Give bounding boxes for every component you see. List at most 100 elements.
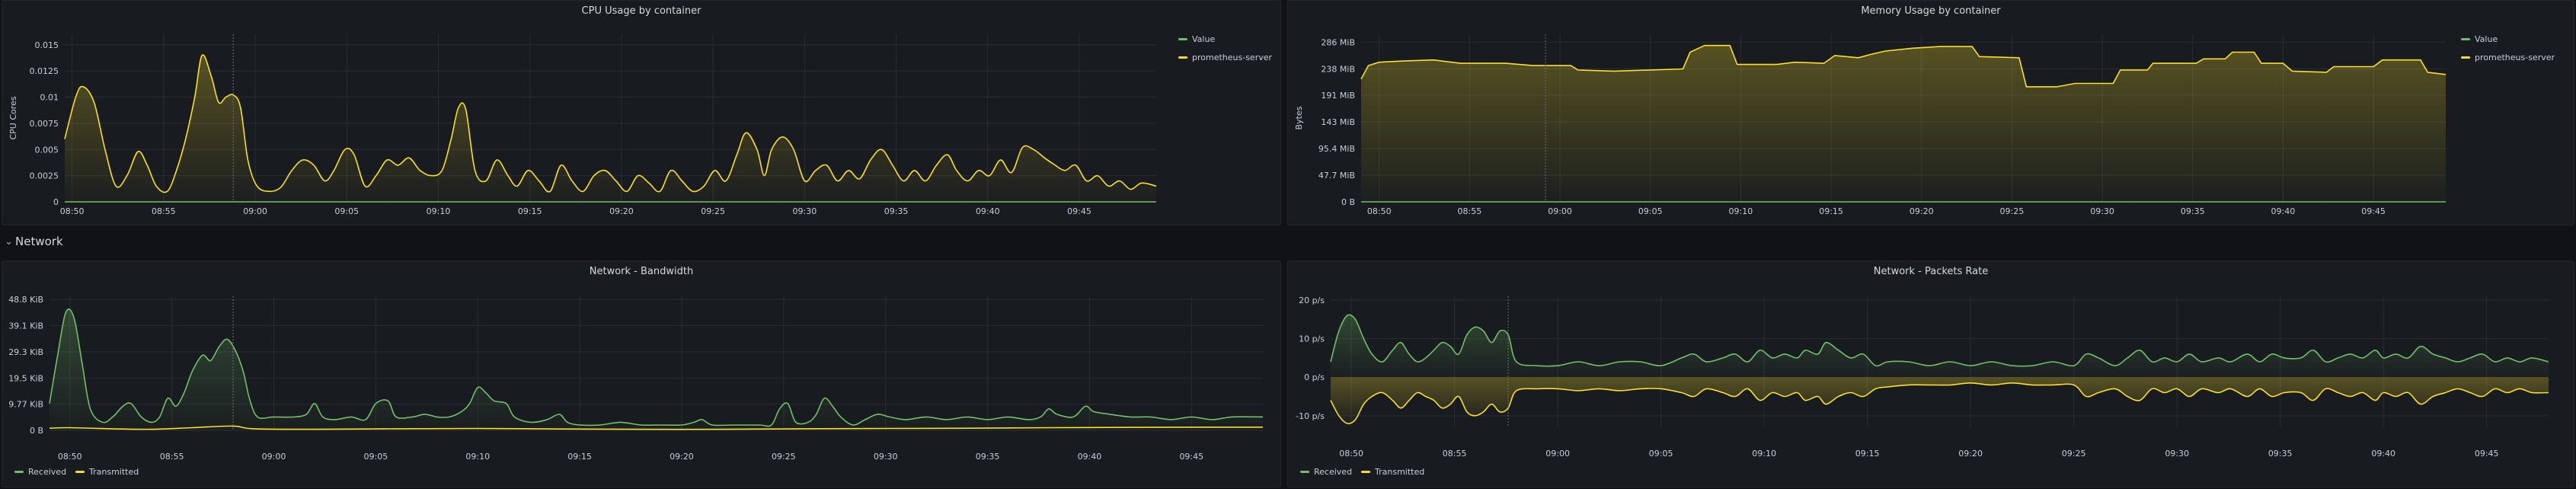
x-tick-label: 09:30 <box>793 206 817 216</box>
x-tick-label: 09:45 <box>1179 452 1203 462</box>
y-tick-label: 0 B <box>1341 197 1355 207</box>
x-tick-label: 09:40 <box>2271 206 2296 216</box>
memory-usage-panel[interactable]: Memory Usage by container 0 B 47.7 MiB 95.… <box>1287 0 2574 225</box>
y-tick-label: 20 p/s <box>1299 296 1325 305</box>
network-packets-rate-panel[interactable]: Network - Packets Rate -10 p/s 0 p/s 10 p/… <box>1287 260 2574 487</box>
y-tick-label: 10 p/s <box>1299 334 1325 344</box>
x-tick-label: 09:35 <box>884 206 909 216</box>
legend-label: prometheus-server <box>2475 53 2555 62</box>
x-tick-label: 08:50 <box>58 452 82 462</box>
y-tick-label: 0.0125 <box>30 66 59 76</box>
legend-item-prometheus-server[interactable]: prometheus-server <box>2461 53 2555 62</box>
series-area-received <box>1331 315 2549 378</box>
y-tick-label: 19.5 KiB <box>8 373 43 383</box>
x-tick-label: 09:45 <box>2361 206 2386 216</box>
x-tick-label: 08:50 <box>1339 449 1363 459</box>
x-tick-label: 08:50 <box>60 206 85 216</box>
legend-label: Value <box>1192 34 1216 44</box>
x-tick-label: 09:05 <box>364 452 388 462</box>
y-tick-label: 95.4 MiB <box>1318 144 1355 154</box>
legend-label: Transmitted <box>1375 467 1425 477</box>
y-tick-label: 0.0075 <box>30 119 59 129</box>
y-tick-label: 0.015 <box>35 40 59 50</box>
series-area-transmitted <box>1331 377 2549 424</box>
x-tick-label: 09:15 <box>1819 206 1843 216</box>
y-tick-label: 0.0025 <box>30 171 59 181</box>
row-header-network[interactable]: ⌄ Network <box>5 232 63 251</box>
legend-item-received[interactable]: Received <box>14 467 66 477</box>
x-tick-label: 08:55 <box>1458 206 1482 216</box>
legend-item-transmitted[interactable]: Transmitted <box>1361 467 1424 477</box>
y-tick-label: 238 MiB <box>1321 64 1355 74</box>
legend-swatch <box>1178 38 1187 40</box>
x-tick-label: 09:35 <box>2181 206 2205 216</box>
legend-swatch <box>14 471 24 473</box>
legend-item-value[interactable]: Value <box>1178 34 1215 44</box>
x-tick-label: 09:10 <box>465 452 490 462</box>
x-tick-label: 09:45 <box>2475 449 2499 459</box>
x-tick-label: 09:00 <box>243 206 267 216</box>
x-tick-label: 09:00 <box>262 452 286 462</box>
x-tick-label: 08:55 <box>152 206 176 216</box>
y-tick-label: 9.77 KiB <box>8 400 43 410</box>
legend-item-prometheus-server[interactable]: prometheus-server <box>1178 53 1272 62</box>
x-tick-label: 09:30 <box>2165 449 2189 459</box>
x-tick-label: 09:40 <box>976 206 1000 216</box>
legend-item-value[interactable]: Value <box>2461 34 2498 44</box>
cpu-usage-panel[interactable]: CPU Usage by container 0 0.0025 0.005 0.007… <box>2 0 1281 225</box>
y-axis-label: Bytes <box>1294 106 1304 129</box>
legend-swatch <box>75 471 85 473</box>
x-tick-label: 09:15 <box>567 452 592 462</box>
row-title: Network <box>15 235 63 248</box>
x-tick-label: 08:50 <box>1367 206 1392 216</box>
network-bandwidth-chart[interactable]: 0 B 9.77 KiB 19.5 KiB 29.3 KiB 39.1 KiB 48.8 … <box>2 261 1282 488</box>
network-bandwidth-panel[interactable]: Network - Bandwidth 0 B 9.77 KiB 19.5 KiB 2… <box>2 260 1281 487</box>
x-tick-label: 09:00 <box>1545 449 1570 459</box>
x-tick-label: 08:55 <box>1443 449 1467 459</box>
legend-swatch <box>1300 471 1309 473</box>
x-tick-label: 09:20 <box>1910 206 1934 216</box>
x-tick-label: 09:40 <box>1078 452 1102 462</box>
x-tick-label: 09:30 <box>2090 206 2114 216</box>
x-tick-label: 09:20 <box>609 206 634 216</box>
x-tick-label: 09:25 <box>2062 449 2086 459</box>
x-tick-label: 09:45 <box>1067 206 1091 216</box>
x-tick-label: 09:05 <box>1638 206 1663 216</box>
x-tick-label: 09:10 <box>1729 206 1753 216</box>
x-tick-label: 09:40 <box>2371 449 2395 459</box>
x-tick-label: 09:35 <box>976 452 1000 462</box>
x-tick-label: 09:00 <box>1548 206 1572 216</box>
x-tick-label: 08:55 <box>160 452 184 462</box>
network-packets-rate-chart[interactable]: -10 p/s 0 p/s 10 p/s 20 p/s 08:50 08:55 09:00 0… <box>1288 261 2575 488</box>
legend-swatch <box>1178 56 1187 59</box>
series-area-prometheus-server <box>1361 45 2446 203</box>
x-tick-label: 09:15 <box>1855 449 1880 459</box>
legend-label: Transmitted <box>89 467 139 477</box>
x-tick-label: 09:10 <box>427 206 451 216</box>
legend-swatch <box>2461 56 2470 59</box>
y-tick-label: 47.7 MiB <box>1318 171 1355 181</box>
y-tick-label: 286 MiB <box>1321 37 1355 47</box>
x-tick-label: 09:15 <box>518 206 542 216</box>
legend-item-transmitted[interactable]: Transmitted <box>75 467 139 477</box>
x-tick-label: 09:35 <box>2268 449 2293 459</box>
legend-item-received[interactable]: Received <box>1300 467 1352 477</box>
legend-label: Received <box>28 467 67 477</box>
legend-label: Value <box>2475 34 2498 44</box>
legend-swatch <box>1361 471 1370 473</box>
legend-label: Received <box>1314 467 1353 477</box>
x-tick-label: 09:25 <box>701 206 725 216</box>
y-tick-label: -10 p/s <box>1296 411 1325 421</box>
y-tick-label: 48.8 KiB <box>8 295 43 305</box>
y-tick-label: 0 p/s <box>1304 372 1325 382</box>
x-tick-label: 09:25 <box>772 452 796 462</box>
series-area-prometheus-server <box>65 54 1156 202</box>
memory-usage-chart[interactable]: 0 B 47.7 MiB 95.4 MiB 143 MiB 191 MiB 238 MiB… <box>1288 1 2575 226</box>
x-tick-label: 09:10 <box>1752 449 1776 459</box>
cpu-usage-chart[interactable]: 0 0.0025 0.005 0.0075 0.01 0.0125 0.015 08:50 08… <box>2 1 1282 226</box>
y-axis-label: CPU Cores <box>8 96 18 139</box>
series-area-received <box>50 308 1263 430</box>
x-tick-label: 09:05 <box>1649 449 1673 459</box>
legend-swatch <box>2461 38 2470 40</box>
y-tick-label: 0.005 <box>35 145 59 155</box>
